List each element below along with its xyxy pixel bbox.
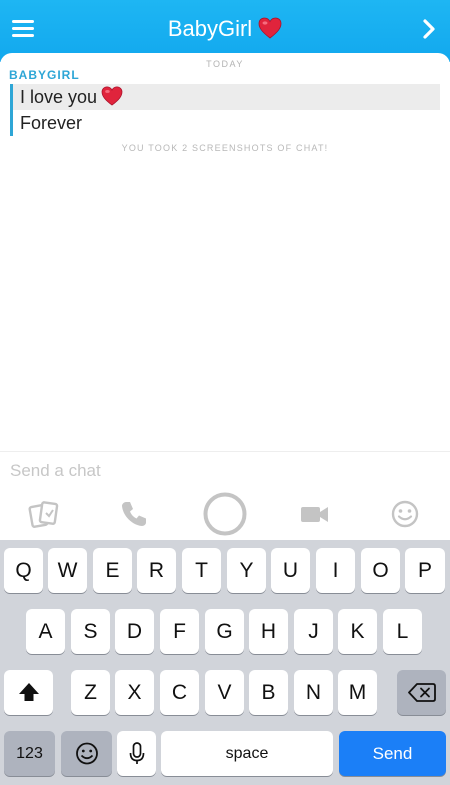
sender-name: BABYGIRL — [9, 68, 80, 82]
key-l[interactable]: L — [383, 609, 422, 654]
key-w[interactable]: W — [48, 548, 87, 593]
capture-button[interactable] — [203, 492, 247, 536]
key-b[interactable]: B — [249, 670, 288, 715]
backspace-icon — [407, 683, 436, 702]
chat-toolbar — [0, 489, 450, 540]
emoji-icon[interactable] — [388, 497, 422, 531]
key-n[interactable]: N — [294, 670, 333, 715]
message-text: Forever — [20, 113, 83, 133]
keyboard: Q W E R T Y U I O P A S D F G H J K L Z … — [0, 540, 450, 785]
key-k[interactable]: K — [338, 609, 377, 654]
key-j[interactable]: J — [294, 609, 333, 654]
heart-icon — [101, 86, 123, 106]
key-e[interactable]: E — [93, 548, 132, 593]
key-a[interactable]: A — [26, 609, 65, 654]
shift-key[interactable] — [4, 670, 53, 715]
key-z[interactable]: Z — [71, 670, 110, 715]
space-key[interactable]: space — [161, 731, 333, 776]
video-icon[interactable] — [298, 497, 332, 531]
chat-message[interactable]: I love you — [10, 84, 440, 110]
chat-message[interactable]: Forever — [10, 110, 210, 136]
key-g[interactable]: G — [205, 609, 244, 654]
key-c[interactable]: C — [160, 670, 199, 715]
key-s[interactable]: S — [71, 609, 110, 654]
key-y[interactable]: Y — [227, 548, 266, 593]
chat-input[interactable] — [0, 451, 450, 489]
microphone-icon — [129, 742, 144, 764]
emoji-keyboard-key[interactable] — [61, 731, 112, 776]
key-t[interactable]: T — [182, 548, 221, 593]
numbers-key[interactable]: 123 — [4, 731, 55, 776]
message-text: I love you — [20, 87, 98, 107]
key-f[interactable]: F — [160, 609, 199, 654]
key-u[interactable]: U — [271, 548, 310, 593]
key-r[interactable]: R — [137, 548, 176, 593]
key-v[interactable]: V — [205, 670, 244, 715]
key-h[interactable]: H — [249, 609, 288, 654]
memories-icon[interactable] — [27, 497, 61, 531]
chat-title: BabyGirl — [0, 14, 450, 44]
chevron-right-icon[interactable] — [422, 18, 436, 40]
key-m[interactable]: M — [338, 670, 377, 715]
key-d[interactable]: D — [115, 609, 154, 654]
key-p[interactable]: P — [405, 548, 445, 593]
shift-icon — [18, 683, 39, 701]
dictation-key[interactable] — [117, 731, 156, 776]
heart-icon — [258, 17, 282, 39]
chat-title-text: BabyGirl — [167, 16, 253, 41]
emoji-icon — [75, 742, 98, 765]
key-o[interactable]: O — [361, 548, 400, 593]
backspace-key[interactable] — [397, 670, 446, 715]
key-x[interactable]: X — [115, 670, 154, 715]
phone-icon[interactable] — [117, 497, 151, 531]
key-i[interactable]: I — [316, 548, 355, 593]
key-q[interactable]: Q — [4, 548, 43, 593]
send-button[interactable]: Send — [339, 731, 446, 776]
screenshot-notice: YOU TOOK 2 SCREENSHOTS OF CHAT! — [121, 143, 329, 153]
